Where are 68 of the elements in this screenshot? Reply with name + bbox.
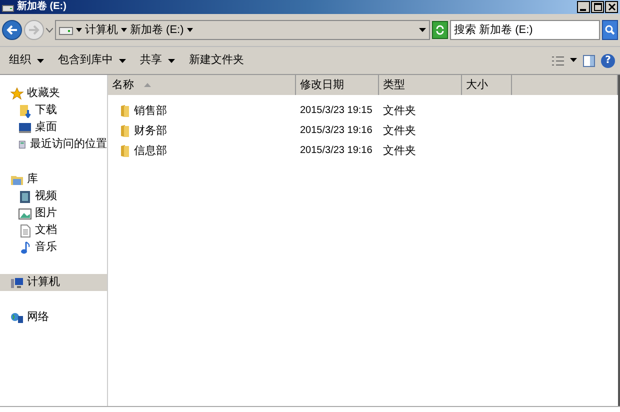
breadcrumb-item[interactable]: 新加卷 (E:): [130, 22, 184, 38]
left-arrow-icon: [6, 25, 18, 35]
nav-item[interactable]: 最近访问的位置: [0, 136, 107, 153]
file-name[interactable]: 销售部: [134, 102, 167, 120]
nav-item[interactable]: 计算机: [0, 274, 107, 291]
file-name[interactable]: 财务部: [134, 122, 167, 140]
nav-item[interactable]: 文档: [0, 222, 107, 239]
nav-item[interactable]: 下载: [0, 102, 107, 119]
search-button[interactable]: [602, 20, 618, 40]
computer-icon: [10, 276, 24, 290]
dropdown-arrow-icon[interactable]: [570, 58, 577, 63]
help-button[interactable]: ?: [601, 54, 615, 68]
column-header[interactable]: 大小: [462, 75, 512, 95]
breadcrumb-arrow-icon[interactable]: [186, 28, 193, 32]
modified-date: 2015/3/23 19:16: [300, 144, 372, 158]
nav-item[interactable]: 图片: [0, 205, 107, 222]
modified-date: 2015/3/23 19:16: [300, 124, 372, 138]
folder-icon: [120, 144, 130, 158]
search-field[interactable]: 搜索 新加卷 (E:): [450, 20, 600, 40]
breadcrumb-arrow-icon[interactable]: [76, 28, 82, 32]
star-icon: [10, 86, 24, 100]
view-list-icon[interactable]: [552, 56, 564, 66]
picture-icon: [18, 206, 32, 220]
nav-item[interactable]: 收藏夹: [0, 85, 107, 102]
dropdown-arrow-icon[interactable]: [419, 28, 426, 32]
toolbar-button[interactable]: 包含到库中: [52, 50, 132, 72]
network-icon: [10, 310, 24, 324]
nav-item[interactable]: 网络: [0, 309, 107, 326]
file-name[interactable]: 信息部: [134, 142, 167, 160]
column-header[interactable]: 名称: [108, 75, 296, 95]
column-header[interactable]: 类型: [379, 75, 462, 95]
nav-item[interactable]: 桌面: [0, 119, 107, 136]
nav-item[interactable]: 视频: [0, 188, 107, 205]
maximize-button[interactable]: [591, 1, 604, 13]
folder-icon: [120, 124, 130, 138]
document-icon: [18, 224, 32, 238]
breadcrumb-arrow-icon[interactable]: [121, 28, 127, 32]
file-type: 文件夹: [382, 104, 417, 119]
column-header[interactable]: 修改日期: [296, 75, 379, 95]
minimize-button[interactable]: [577, 1, 590, 13]
file-type: 文件夹: [382, 124, 417, 139]
refresh-button[interactable]: [432, 21, 448, 39]
drive-icon: [59, 25, 73, 35]
close-icon: [608, 3, 616, 11]
window-title: 新加卷 (E:): [17, 1, 66, 13]
right-arrow-icon: [28, 25, 40, 35]
back-button[interactable]: [2, 20, 22, 40]
toolbar-button[interactable]: 新建文件夹: [183, 50, 250, 72]
nav-item[interactable]: 音乐: [0, 239, 107, 256]
desktop-icon: [18, 120, 32, 134]
maximize-icon: [594, 3, 602, 11]
close-button[interactable]: [605, 1, 618, 13]
toolbar-button[interactable]: 共享: [134, 50, 181, 72]
drive-icon: [2, 2, 14, 12]
file-type: 文件夹: [382, 144, 417, 159]
breadcrumb-item[interactable]: 计算机: [85, 22, 118, 38]
toolbar-button[interactable]: 组织: [3, 50, 50, 72]
download-icon: [18, 104, 32, 118]
nav-item[interactable]: 库: [0, 171, 107, 188]
address-field[interactable]: 计算机 新加卷 (E:): [55, 20, 430, 40]
folder-icon: [120, 104, 130, 118]
minimize-icon: [580, 8, 587, 12]
video-icon: [18, 190, 32, 204]
search-icon: [605, 25, 615, 35]
modified-date: 2015/3/23 19:15: [300, 104, 372, 118]
preview-pane-icon[interactable]: [583, 54, 595, 66]
music-icon: [18, 240, 32, 254]
refresh-icon: [435, 25, 445, 35]
